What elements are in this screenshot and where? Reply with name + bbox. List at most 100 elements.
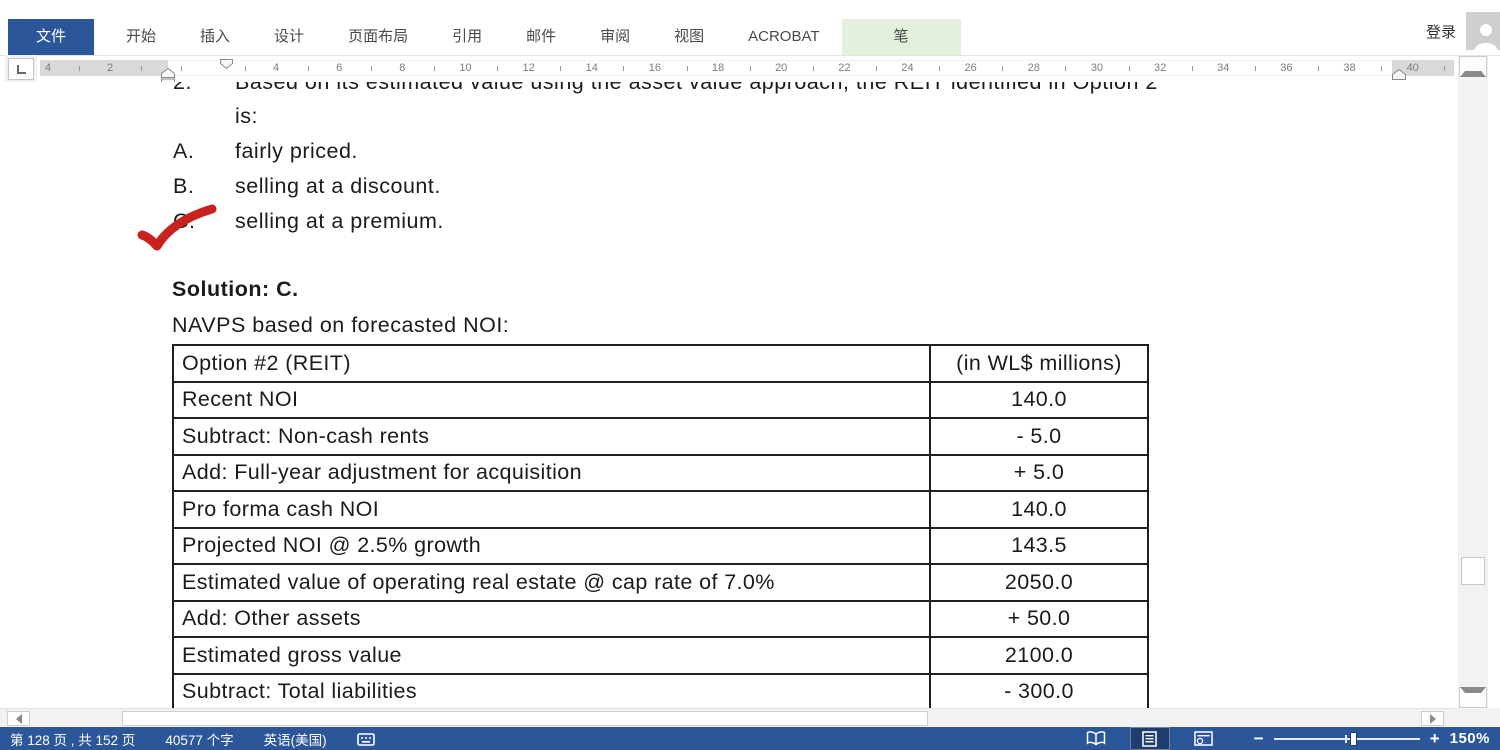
account-area: 登录 bbox=[1426, 12, 1500, 50]
table-row: Projected NOI @ 2.5% growth143.5 bbox=[173, 528, 1148, 565]
tab-view[interactable]: 视图 bbox=[652, 19, 726, 55]
tab-references[interactable]: 引用 bbox=[430, 19, 504, 55]
tab-acrobat[interactable]: ACROBAT bbox=[726, 19, 841, 55]
vertical-scroll-thumb[interactable] bbox=[1461, 557, 1485, 585]
ruler-tick bbox=[181, 66, 182, 71]
ruler-tick bbox=[308, 66, 309, 71]
table-cell[interactable]: 2100.0 bbox=[930, 637, 1148, 674]
zoom-out-button[interactable]: − bbox=[1254, 729, 1264, 749]
ruler-number: 40 bbox=[1407, 62, 1419, 74]
table-cell[interactable]: - 300.0 bbox=[930, 674, 1148, 709]
table-cell[interactable]: 2050.0 bbox=[930, 564, 1148, 601]
table-row: Add: Other assets+ 50.0 bbox=[173, 601, 1148, 638]
vertical-scrollbar[interactable] bbox=[1458, 56, 1488, 708]
ruler-tick bbox=[79, 66, 80, 71]
right-indent-marker[interactable] bbox=[1392, 69, 1406, 80]
scroll-down-button[interactable] bbox=[1459, 687, 1487, 708]
table-cell[interactable]: - 5.0 bbox=[930, 418, 1148, 455]
table-cell[interactable]: Recent NOI bbox=[173, 382, 930, 419]
horizontal-scroll-thumb[interactable] bbox=[122, 711, 928, 726]
input-mode-icon[interactable] bbox=[357, 731, 375, 746]
table-cell[interactable]: 140.0 bbox=[930, 382, 1148, 419]
horizontal-ruler[interactable]: 424681012141618202224262830323436384042 bbox=[0, 56, 1458, 82]
table-cell[interactable]: Add: Other assets bbox=[173, 601, 930, 638]
table-cell[interactable]: Subtract: Total liabilities bbox=[173, 674, 930, 709]
ruler-number: 2 bbox=[107, 62, 113, 74]
scroll-left-button[interactable] bbox=[7, 711, 30, 726]
print-layout-button[interactable] bbox=[1130, 727, 1170, 750]
solution-label: Solution: C. bbox=[172, 277, 299, 302]
web-layout-button[interactable] bbox=[1184, 727, 1224, 750]
table-cell[interactable]: + 5.0 bbox=[930, 455, 1148, 492]
option-text-b: selling at a discount. bbox=[235, 174, 441, 199]
table-cell[interactable]: (in WL$ millions) bbox=[930, 345, 1148, 382]
language-status[interactable]: 英语(美国) bbox=[264, 729, 327, 749]
zoom-in-button[interactable]: + bbox=[1430, 729, 1440, 749]
table-row: Add: Full-year adjustment for acquisitio… bbox=[173, 455, 1148, 492]
user-avatar-icon[interactable] bbox=[1466, 12, 1500, 50]
horizontal-scrollbar[interactable] bbox=[0, 708, 1458, 727]
ruler-number: 26 bbox=[965, 62, 977, 74]
first-line-indent-marker[interactable] bbox=[220, 59, 233, 69]
document-canvas[interactable]: 2. Based on its estimated value using th… bbox=[0, 82, 1458, 708]
table-row: Recent NOI140.0 bbox=[173, 382, 1148, 419]
option-letter-a: A. bbox=[173, 139, 194, 164]
table-row: Estimated value of operating real estate… bbox=[173, 564, 1148, 601]
status-right: − + 150% bbox=[1076, 727, 1490, 750]
ruler-tick bbox=[371, 66, 372, 71]
ruler-tick bbox=[1318, 66, 1319, 71]
table-cell[interactable]: 143.5 bbox=[930, 528, 1148, 565]
table-cell[interactable]: 140.0 bbox=[930, 491, 1148, 528]
ruler-number: 14 bbox=[586, 62, 598, 74]
ruler-tick bbox=[1444, 66, 1445, 71]
ruler-number: 30 bbox=[1091, 62, 1103, 74]
ruler-tick bbox=[623, 66, 624, 71]
ruler-number: 4 bbox=[273, 62, 279, 74]
table-row: Subtract: Total liabilities- 300.0 bbox=[173, 674, 1148, 709]
tab-design[interactable]: 设计 bbox=[252, 19, 326, 55]
option-text-a: fairly priced. bbox=[235, 139, 358, 164]
sign-in-link[interactable]: 登录 bbox=[1426, 21, 1456, 42]
table-row: Estimated gross value2100.0 bbox=[173, 637, 1148, 674]
zoom-level[interactable]: 150% bbox=[1450, 730, 1490, 747]
option-text-c: selling at a premium. bbox=[235, 209, 444, 234]
tab-home[interactable]: 开始 bbox=[104, 19, 178, 55]
zoom-slider[interactable] bbox=[1274, 732, 1420, 746]
ruler-tick bbox=[939, 66, 940, 71]
scroll-up-button[interactable] bbox=[1459, 56, 1487, 77]
tab-review[interactable]: 审阅 bbox=[578, 19, 652, 55]
tab-stop-selector[interactable] bbox=[8, 58, 34, 80]
table-cell[interactable]: Projected NOI @ 2.5% growth bbox=[173, 528, 930, 565]
tab-page-layout[interactable]: 页面布局 bbox=[326, 19, 430, 55]
ruler-number: 24 bbox=[901, 62, 913, 74]
ruler-tick bbox=[1002, 66, 1003, 71]
zoom-slider-thumb[interactable] bbox=[1350, 732, 1357, 746]
tab-pen[interactable]: 笔 bbox=[842, 19, 961, 55]
red-checkmark-annotation bbox=[136, 204, 220, 256]
table-cell[interactable]: Option #2 (REIT) bbox=[173, 345, 930, 382]
ruler-tick bbox=[1255, 66, 1256, 71]
table-header-row: Option #2 (REIT)(in WL$ millions) bbox=[173, 345, 1148, 382]
tab-insert[interactable]: 插入 bbox=[178, 19, 252, 55]
tab-file[interactable]: 文件 bbox=[8, 19, 94, 55]
table-cell[interactable]: Subtract: Non-cash rents bbox=[173, 418, 930, 455]
scroll-right-button[interactable] bbox=[1421, 711, 1444, 726]
table-cell[interactable]: Add: Full-year adjustment for acquisitio… bbox=[173, 455, 930, 492]
ruler-tick bbox=[434, 66, 435, 71]
table-cell[interactable]: Pro forma cash NOI bbox=[173, 491, 930, 528]
ruler-tick bbox=[1129, 66, 1130, 71]
table-cell[interactable]: Estimated value of operating real estate… bbox=[173, 564, 930, 601]
ruler-number: 16 bbox=[649, 62, 661, 74]
ruler-tick bbox=[1192, 66, 1193, 71]
read-mode-button[interactable] bbox=[1076, 727, 1116, 750]
ruler-tick bbox=[497, 66, 498, 71]
ruler-number: 18 bbox=[712, 62, 724, 74]
table-cell[interactable]: + 50.0 bbox=[930, 601, 1148, 638]
table-row: Pro forma cash NOI140.0 bbox=[173, 491, 1148, 528]
ruler-tick bbox=[141, 66, 142, 71]
word-count-status[interactable]: 40577 个字 bbox=[165, 729, 233, 749]
table-cell[interactable]: Estimated gross value bbox=[173, 637, 930, 674]
tab-mailings[interactable]: 邮件 bbox=[504, 19, 578, 55]
ruler-tick bbox=[1381, 66, 1382, 71]
page-number-status[interactable]: 第 128 页 , 共 152 页 bbox=[10, 729, 135, 749]
